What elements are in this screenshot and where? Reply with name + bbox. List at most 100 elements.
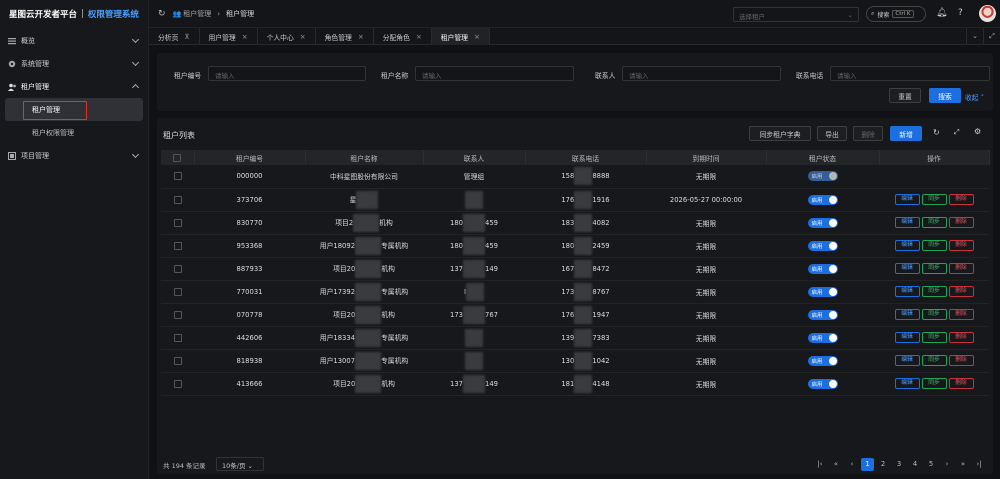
edit-button[interactable]: 编辑	[894, 286, 920, 297]
status-toggle[interactable]: 启用	[807, 286, 838, 297]
row-checkbox[interactable]	[173, 218, 182, 227]
page-number[interactable]: 3	[891, 458, 907, 471]
sidebar-item-tenant[interactable]: 租户管理	[0, 75, 148, 98]
row-checkbox[interactable]	[173, 356, 182, 365]
tab-assign-role[interactable]: 分配角色 ×	[374, 28, 432, 45]
row-checkbox[interactable]	[173, 287, 182, 296]
status-toggle[interactable]: 启用	[807, 332, 838, 343]
row-checkbox[interactable]	[173, 333, 182, 342]
tenant-select[interactable]: 选择租户 ⌄	[733, 7, 859, 22]
breadcrumb-item[interactable]: 租户管理	[183, 9, 211, 19]
delete-row-button[interactable]: 删除	[948, 194, 974, 205]
sidebar-subitem-tenant-permission[interactable]: 租户权限管理	[0, 121, 148, 144]
reset-button[interactable]: 重置	[889, 88, 921, 103]
status-toggle[interactable]: 启用	[807, 240, 838, 251]
edit-button[interactable]: 编辑	[894, 263, 920, 274]
bell-icon[interactable]: 🔔︎	[936, 8, 947, 18]
add-button[interactable]: 新增	[890, 126, 922, 141]
delete-row-button[interactable]: 删除	[948, 240, 974, 251]
collapse-toggle[interactable]: 收起 ˄	[965, 92, 984, 102]
last-page-icon[interactable]: ›|	[971, 458, 987, 471]
tab-profile[interactable]: 个人中心 ×	[258, 28, 316, 45]
search-submit-button[interactable]: 搜索	[929, 88, 961, 103]
status-toggle[interactable]: 启用	[807, 171, 838, 182]
page-size-select[interactable]: 10条/页 ⌄	[216, 457, 264, 471]
settings-icon[interactable]: ⚙	[974, 127, 981, 136]
row-checkbox[interactable]	[173, 379, 182, 388]
close-icon[interactable]: ×	[300, 33, 306, 41]
sync-button[interactable]: 同步	[921, 263, 947, 274]
edit-button[interactable]: 编辑	[894, 309, 920, 320]
fullscreen-icon[interactable]: ⤢	[983, 28, 1000, 45]
row-checkbox[interactable]	[173, 264, 182, 273]
delete-row-button[interactable]: 删除	[948, 309, 974, 320]
prev-page-icon[interactable]: ‹	[844, 458, 860, 471]
close-icon[interactable]: ×	[358, 33, 364, 41]
sync-button[interactable]: 同步	[921, 332, 947, 343]
tab-user-manage[interactable]: 用户管理 ×	[200, 28, 258, 45]
pin-icon[interactable]: ⊼	[184, 33, 189, 41]
page-number[interactable]: 2	[875, 458, 891, 471]
delete-row-button[interactable]: 删除	[948, 355, 974, 366]
status-toggle[interactable]: 启用	[807, 263, 838, 274]
sync-button[interactable]: 同步	[921, 286, 947, 297]
row-checkbox[interactable]	[173, 241, 182, 250]
delete-row-button[interactable]: 删除	[948, 217, 974, 228]
sync-button[interactable]: 同步	[921, 194, 947, 205]
refresh-icon[interactable]: ↻	[933, 128, 940, 137]
tab-tenant-manage[interactable]: 租户管理 ×	[431, 28, 490, 45]
tab-analysis[interactable]: 分析页 ⊼	[149, 28, 200, 45]
edit-button[interactable]: 编辑	[894, 378, 920, 389]
contact-input[interactable]: 请输入	[622, 66, 781, 81]
edit-button[interactable]: 编辑	[894, 194, 920, 205]
sync-button[interactable]: 同步	[921, 378, 947, 389]
next-page-icon[interactable]: ›	[939, 458, 955, 471]
edit-button[interactable]: 编辑	[894, 240, 920, 251]
sidebar-item-overview[interactable]: 概览	[0, 29, 148, 52]
select-all-checkbox[interactable]	[173, 153, 182, 162]
row-checkbox[interactable]	[173, 310, 182, 319]
page-number[interactable]: 5	[923, 458, 939, 471]
row-checkbox[interactable]	[173, 195, 182, 204]
sync-button[interactable]: 同步	[921, 217, 947, 228]
edit-button[interactable]: 编辑	[894, 355, 920, 366]
close-icon[interactable]: ×	[474, 33, 480, 41]
first-page-icon[interactable]: |‹	[812, 458, 828, 471]
row-checkbox[interactable]	[173, 172, 182, 181]
sidebar-item-system[interactable]: 系统管理	[0, 52, 148, 75]
delete-button[interactable]: 删除	[853, 126, 883, 141]
sync-button[interactable]: 同步	[921, 309, 947, 320]
close-icon[interactable]: ×	[242, 33, 248, 41]
delete-row-button[interactable]: 删除	[948, 263, 974, 274]
status-toggle[interactable]: 启用	[807, 378, 838, 389]
edit-button[interactable]: 编辑	[894, 217, 920, 228]
delete-row-button[interactable]: 删除	[948, 378, 974, 389]
tab-role-manage[interactable]: 角色管理 ×	[316, 28, 374, 45]
tenant-name-input[interactable]: 请输入	[415, 66, 574, 81]
sidebar-item-project[interactable]: 项目管理	[0, 144, 148, 167]
sidebar-subitem-tenant-manage[interactable]: 租户管理	[5, 98, 143, 121]
phone-input[interactable]: 请输入	[830, 66, 990, 81]
status-toggle[interactable]: 启用	[807, 194, 838, 205]
page-number[interactable]: 1	[861, 458, 874, 471]
search-button[interactable]: ⌕ 搜索 Ctrl K	[866, 6, 926, 22]
sync-dict-button[interactable]: 同步租户字典	[749, 126, 811, 141]
sync-button[interactable]: 同步	[921, 355, 947, 366]
status-toggle[interactable]: 启用	[807, 217, 838, 228]
sync-button[interactable]: 同步	[921, 240, 947, 251]
chevron-down-icon[interactable]: ⌄	[966, 28, 983, 45]
status-toggle[interactable]: 启用	[807, 309, 838, 320]
delete-row-button[interactable]: 删除	[948, 286, 974, 297]
refresh-icon[interactable]: ↻	[158, 9, 166, 19]
close-icon[interactable]: ×	[416, 33, 422, 41]
delete-row-button[interactable]: 删除	[948, 332, 974, 343]
avatar[interactable]	[979, 5, 996, 22]
prev-group-icon[interactable]: «	[828, 458, 844, 471]
export-button[interactable]: 导出	[817, 126, 847, 141]
help-icon[interactable]: ?	[958, 8, 963, 18]
edit-button[interactable]: 编辑	[894, 332, 920, 343]
next-group-icon[interactable]: »	[955, 458, 971, 471]
tenant-id-input[interactable]: 请输入	[208, 66, 366, 81]
page-number[interactable]: 4	[907, 458, 923, 471]
expand-icon[interactable]: ⤢	[954, 128, 960, 137]
